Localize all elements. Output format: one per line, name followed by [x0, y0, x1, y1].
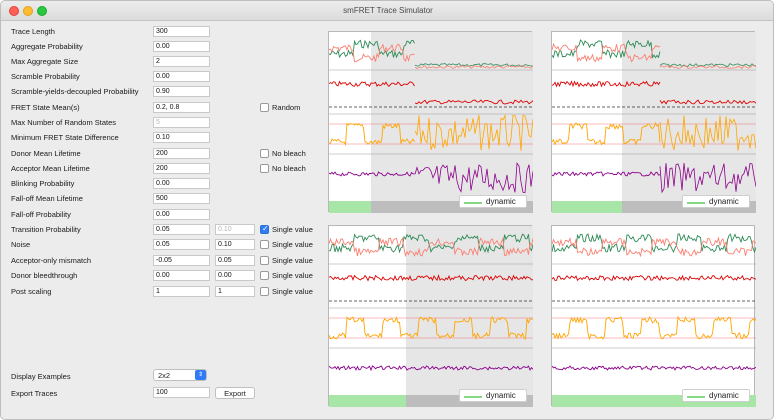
param-checkbox-label: Single value — [272, 271, 313, 280]
param-label: Max Aggregate Size — [11, 57, 79, 66]
trace-plot: dynamic — [551, 225, 756, 407]
trace-plot: dynamic — [328, 225, 533, 407]
param-checkbox-label: Random — [272, 103, 301, 112]
param-value-input[interactable]: 5 — [153, 117, 210, 128]
param-value-input[interactable]: 0.05 — [153, 239, 210, 250]
export-traces-input[interactable]: 100 — [153, 387, 210, 398]
legend-label: dynamic — [709, 391, 739, 400]
display-examples-label: Display Examples — [11, 372, 71, 381]
param-max-input[interactable]: 0.10 — [215, 239, 255, 250]
legend-label: dynamic — [486, 197, 516, 206]
export-traces-label: Export Traces — [11, 389, 58, 398]
param-checkbox[interactable] — [260, 149, 269, 158]
param-value-input[interactable]: 0.10 — [153, 132, 210, 143]
title-bar: smFRET Trace Simulator — [1, 1, 773, 21]
param-checkbox[interactable] — [260, 271, 269, 280]
param-label: Blinking Probability — [11, 179, 75, 188]
param-checkbox[interactable] — [260, 164, 269, 173]
param-max-input[interactable]: 1 — [215, 286, 255, 297]
param-label: FRET State Mean(s) — [11, 103, 80, 112]
display-examples-value: 2x2 — [158, 371, 171, 380]
param-checkbox[interactable] — [260, 103, 269, 112]
param-label: Noise — [11, 240, 31, 249]
param-checkbox-label: Single value — [272, 225, 313, 234]
param-checkbox[interactable] — [260, 287, 269, 296]
param-checkbox-label: No bleach — [272, 149, 306, 158]
param-value-input[interactable]: 0.00 — [153, 209, 210, 220]
param-value-input[interactable]: 200 — [153, 148, 210, 159]
param-value-input[interactable]: 0.00 — [153, 71, 210, 82]
param-value-input[interactable]: 0.90 — [153, 86, 210, 97]
legend-swatch — [687, 396, 705, 398]
param-label: Aggregate Probability — [11, 42, 83, 51]
param-label: Trace Length — [11, 27, 55, 36]
param-label: Transition Probability — [11, 225, 81, 234]
param-value-input[interactable]: 0.00 — [153, 178, 210, 189]
param-label: Donor Mean Lifetime — [11, 149, 81, 158]
legend-label: dynamic — [486, 391, 516, 400]
param-label: Acceptor-only mismatch — [11, 256, 92, 265]
param-label: Donor bleedthrough — [11, 271, 78, 280]
display-examples-select[interactable]: 2x2 ⇕ — [153, 369, 207, 381]
trace-plot: dynamic — [328, 31, 533, 213]
param-checkbox-label: No bleach — [272, 164, 306, 173]
legend-swatch — [464, 396, 482, 398]
param-label: Post scaling — [11, 287, 52, 296]
param-label: Scramble Probability — [11, 72, 80, 81]
param-checkbox-label: Single value — [272, 256, 313, 265]
legend-swatch — [464, 202, 482, 204]
export-button[interactable]: Export — [215, 387, 255, 399]
param-value-input[interactable]: 1 — [153, 286, 210, 297]
param-max-input[interactable]: 0.10 — [215, 224, 255, 235]
param-value-input[interactable]: 2 — [153, 56, 210, 67]
param-label: Scramble-yields-decoupled Probability — [11, 87, 139, 96]
param-value-input[interactable]: 0.00 — [153, 41, 210, 52]
param-value-input[interactable]: 200 — [153, 163, 210, 174]
param-value-input[interactable]: 300 — [153, 26, 210, 37]
param-value-input[interactable]: 0.00 — [153, 270, 210, 281]
param-checkbox[interactable] — [260, 256, 269, 265]
window-title: smFRET Trace Simulator — [343, 6, 433, 15]
legend-label: dynamic — [709, 197, 739, 206]
param-label: Acceptor Mean Lifetime — [11, 164, 90, 173]
plot-legend: dynamic — [459, 195, 527, 208]
param-max-input[interactable]: 0.05 — [215, 255, 255, 266]
param-value-input[interactable]: -0.05 — [153, 255, 210, 266]
plot-legend: dynamic — [459, 389, 527, 402]
param-checkbox[interactable] — [260, 240, 269, 249]
param-value-input[interactable]: 0.2, 0.8 — [153, 102, 210, 113]
param-checkbox-label: Single value — [272, 240, 313, 249]
param-label: Minimum FRET State Difference — [11, 133, 119, 142]
param-label: Max Number of Random States — [11, 118, 117, 127]
plot-legend: dynamic — [682, 389, 750, 402]
param-value-input[interactable]: 0.05 — [153, 224, 210, 235]
legend-swatch — [687, 202, 705, 204]
plot-legend: dynamic — [682, 195, 750, 208]
param-checkbox-label: Single value — [272, 287, 313, 296]
param-label: Fall-off Mean Lifetime — [11, 194, 83, 203]
trace-plot: dynamic — [551, 31, 756, 213]
param-label: Fall-off Probability — [11, 210, 71, 219]
app-window: smFRET Trace Simulator Trace Length 300 Ag… — [0, 0, 774, 420]
param-checkbox[interactable] — [260, 224, 269, 234]
chevron-updown-icon: ⇕ — [195, 370, 206, 380]
param-value-input[interactable]: 500 — [153, 193, 210, 204]
param-max-input[interactable]: 0.00 — [215, 270, 255, 281]
